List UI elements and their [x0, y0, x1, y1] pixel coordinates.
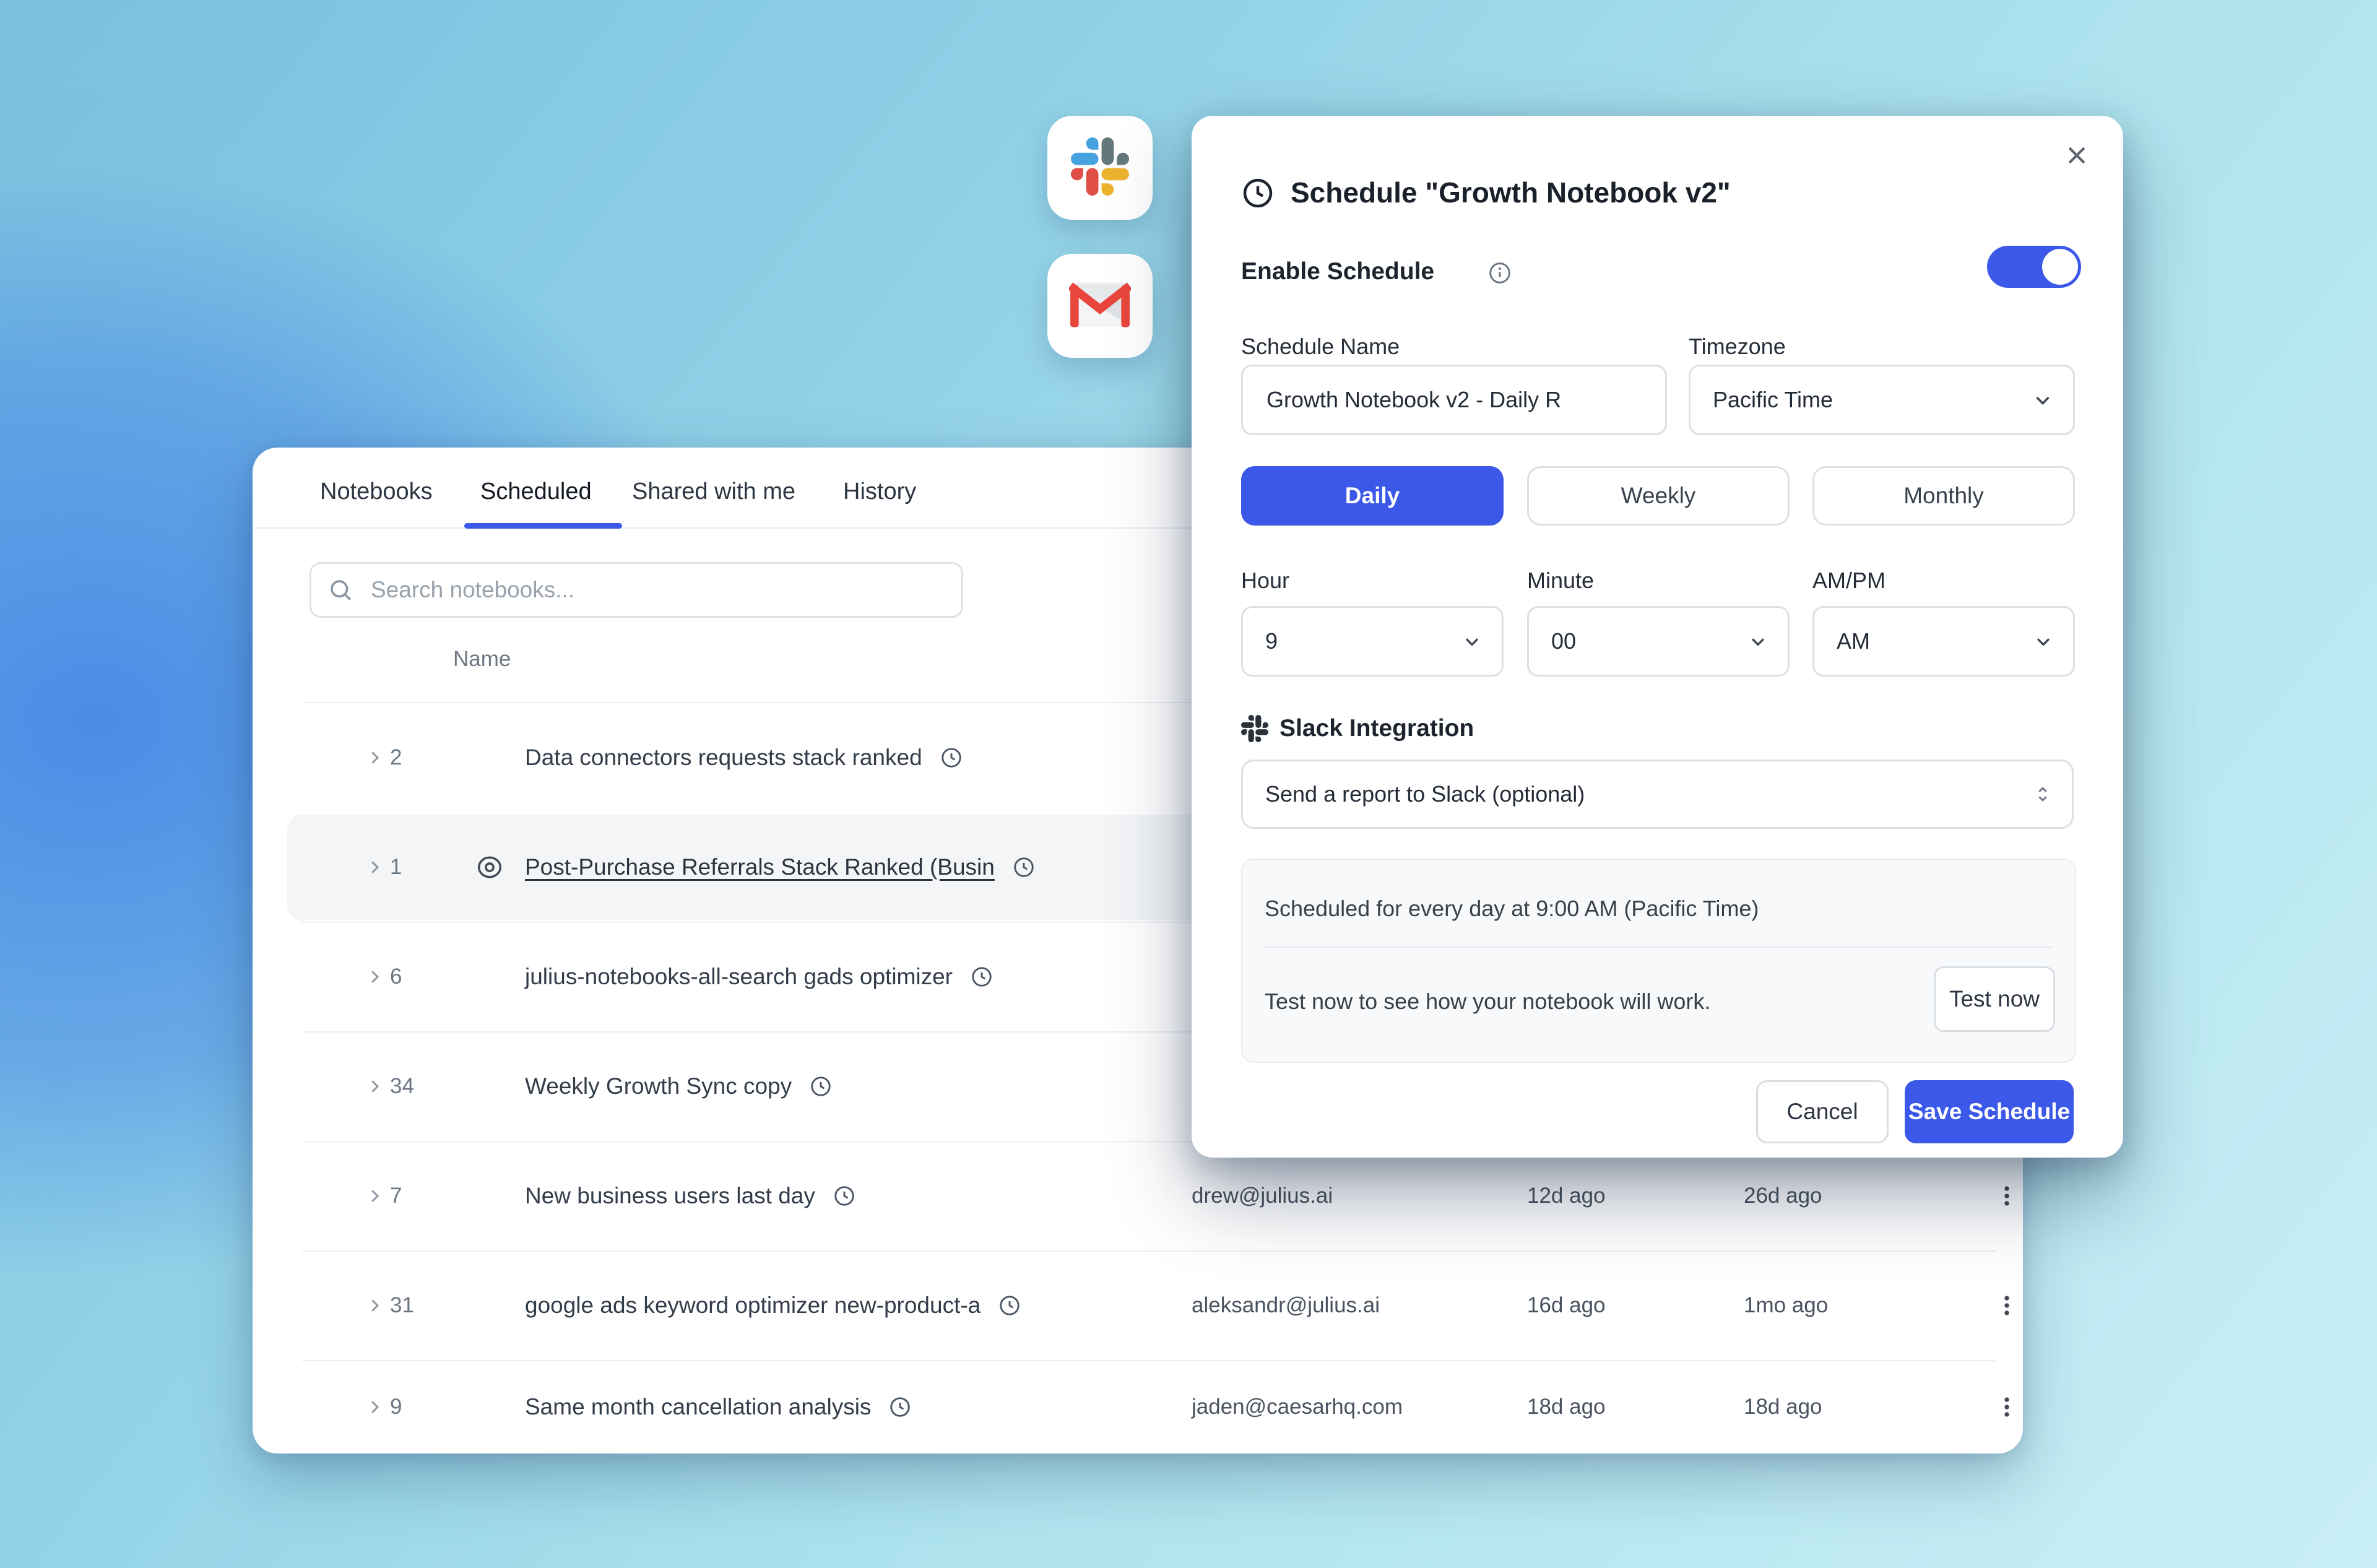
save-schedule-button[interactable]: Save Schedule: [1905, 1080, 2074, 1143]
minute-label: Minute: [1527, 568, 1594, 594]
notebook-name[interactable]: Weekly Growth Sync copy: [525, 1031, 833, 1141]
close-icon[interactable]: [2061, 139, 2093, 175]
table-row[interactable]: 9 Same month cancellation analysis jaden…: [253, 1360, 2023, 1453]
expand-chevron-icon[interactable]: [365, 1250, 384, 1360]
clock-icon: [1241, 176, 1275, 213]
chevron-up-down-icon: [2032, 784, 2053, 805]
slack-app-card[interactable]: [1047, 116, 1153, 220]
version-count: 6: [390, 922, 402, 1031]
frequency-daily-button[interactable]: Daily: [1241, 466, 1504, 526]
slack-integration-header: Slack Integration: [1279, 714, 1474, 743]
chevron-down-icon: [1747, 630, 1769, 652]
owner-email: jaden@caesarhq.com: [1192, 1360, 1403, 1453]
timezone-label: Timezone: [1689, 334, 1786, 360]
created-time: 1mo ago: [1744, 1250, 1828, 1360]
info-icon[interactable]: [1487, 261, 1512, 288]
frequency-monthly-button[interactable]: Monthly: [1812, 466, 2075, 526]
search-box[interactable]: [310, 562, 963, 618]
test-now-button[interactable]: Test now: [1934, 966, 2055, 1032]
expand-chevron-icon[interactable]: [365, 922, 384, 1031]
row-menu-icon[interactable]: [1993, 1250, 2020, 1360]
version-count: 34: [390, 1031, 414, 1141]
clock-icon: [888, 1395, 912, 1419]
modal-title: Schedule "Growth Notebook v2": [1291, 175, 1731, 210]
version-count: 7: [390, 1141, 402, 1250]
notebook-name[interactable]: Same month cancellation analysis: [525, 1360, 912, 1453]
schedule-name-field[interactable]: [1241, 365, 1667, 435]
chevron-down-icon: [2032, 630, 2054, 652]
clock-icon: [809, 1075, 833, 1098]
clock-icon: [940, 746, 963, 769]
slack-icon: [1071, 137, 1129, 199]
test-now-hint-text: Test now to see how your notebook will w…: [1265, 989, 1710, 1015]
search-icon: [327, 577, 353, 603]
minute-select[interactable]: 00: [1527, 606, 1790, 677]
chevron-down-icon: [2031, 388, 2054, 412]
slack-report-select[interactable]: Send a report to Slack (optional): [1241, 760, 2074, 829]
expand-chevron-icon[interactable]: [365, 1031, 384, 1141]
version-count: 1: [390, 812, 402, 922]
notebook-name[interactable]: Data connectors requests stack ranked: [525, 703, 963, 812]
notebook-name[interactable]: julius-notebooks-all-search gads optimiz…: [525, 922, 994, 1031]
notebook-name[interactable]: Post-Purchase Referrals Stack Ranked (Bu…: [525, 812, 1036, 922]
tab-history[interactable]: History: [843, 476, 916, 507]
last-run-time: 16d ago: [1527, 1250, 1606, 1360]
tab-scheduled[interactable]: Scheduled: [480, 476, 592, 507]
last-run-time: 18d ago: [1527, 1360, 1606, 1453]
ampm-label: AM/PM: [1812, 568, 1886, 594]
row-menu-icon[interactable]: [1993, 1360, 2020, 1453]
version-count: 31: [390, 1250, 414, 1360]
cancel-button[interactable]: Cancel: [1756, 1080, 1889, 1143]
expand-chevron-icon[interactable]: [365, 812, 384, 922]
expand-chevron-icon[interactable]: [365, 1360, 384, 1453]
chevron-down-icon: [1461, 630, 1483, 652]
clock-icon: [970, 965, 994, 989]
tab-notebooks[interactable]: Notebooks: [320, 476, 433, 507]
eye-icon[interactable]: [475, 812, 504, 922]
ampm-select[interactable]: AM: [1812, 606, 2075, 677]
clock-icon: [998, 1294, 1021, 1317]
schedule-modal: Schedule "Growth Notebook v2" Enable Sch…: [1192, 116, 2123, 1158]
toggle-knob: [2042, 249, 2078, 285]
tab-shared-with-me[interactable]: Shared with me: [632, 476, 795, 507]
clock-icon: [833, 1184, 856, 1208]
created-time: 18d ago: [1744, 1360, 1822, 1453]
schedule-summary-box: Scheduled for every day at 9:00 AM (Paci…: [1241, 859, 2076, 1063]
search-input[interactable]: [370, 576, 961, 604]
timezone-select[interactable]: Pacific Time: [1689, 365, 2075, 435]
clock-icon: [1012, 855, 1036, 879]
frequency-weekly-button[interactable]: Weekly: [1527, 466, 1790, 526]
hour-label: Hour: [1241, 568, 1289, 594]
enable-schedule-label: Enable Schedule: [1241, 257, 1434, 287]
summary-divider: [1265, 946, 2053, 948]
gmail-app-card[interactable]: [1047, 254, 1153, 358]
notebook-name[interactable]: New business users last day: [525, 1141, 856, 1250]
column-header-name[interactable]: Name: [453, 647, 511, 672]
version-count: 9: [390, 1360, 402, 1453]
schedule-summary-text: Scheduled for every day at 9:00 AM (Paci…: [1265, 896, 1759, 922]
slack-icon: [1241, 715, 1268, 745]
gmail-icon: [1069, 281, 1131, 331]
table-row[interactable]: 31 google ads keyword optimizer new-prod…: [253, 1250, 2023, 1360]
version-count: 2: [390, 703, 402, 812]
expand-chevron-icon[interactable]: [365, 1141, 384, 1250]
schedule-name-label: Schedule Name: [1241, 334, 1400, 360]
active-tab-underline: [464, 523, 622, 529]
hour-select[interactable]: 9: [1241, 606, 1504, 677]
schedule-name-input[interactable]: [1265, 386, 1647, 414]
expand-chevron-icon[interactable]: [365, 703, 384, 812]
notebook-name[interactable]: google ads keyword optimizer new-product…: [525, 1250, 1021, 1360]
owner-email: aleksandr@julius.ai: [1192, 1250, 1380, 1360]
enable-schedule-toggle[interactable]: [1987, 246, 2081, 288]
